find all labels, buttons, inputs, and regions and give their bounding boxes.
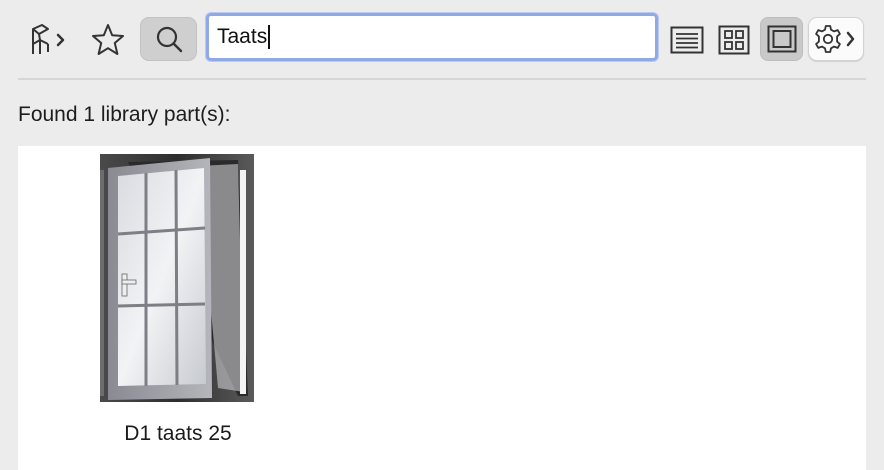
- grid-icon: [718, 25, 750, 55]
- list-icon: [670, 26, 704, 54]
- search-button[interactable]: [140, 17, 197, 61]
- results-panel: D1 taats 25: [18, 146, 866, 470]
- chair-icon: [32, 24, 65, 54]
- search-field[interactable]: Taats: [206, 13, 658, 61]
- grid-view-button[interactable]: [714, 22, 754, 58]
- library-part-item[interactable]: D1 taats 25: [90, 152, 266, 452]
- gear-icon: [815, 25, 855, 53]
- list-view-button[interactable]: [668, 22, 706, 58]
- library-part-label: D1 taats 25: [124, 422, 232, 445]
- text-cursor: [268, 25, 271, 49]
- preview-view-button[interactable]: [760, 17, 803, 61]
- options-menu-button[interactable]: [808, 17, 864, 61]
- favorites-button[interactable]: [90, 22, 126, 58]
- library-settings-button[interactable]: [24, 20, 72, 60]
- door-thumbnail-icon: [100, 154, 254, 402]
- toolbar-divider: [18, 78, 866, 80]
- results-status-text: Found 1 library part(s):: [18, 103, 231, 126]
- search-icon: [156, 26, 182, 53]
- single-preview-icon: [767, 25, 796, 53]
- toolbar: Taats: [0, 0, 884, 78]
- search-input-text[interactable]: Taats: [217, 25, 267, 49]
- star-icon: [92, 24, 124, 55]
